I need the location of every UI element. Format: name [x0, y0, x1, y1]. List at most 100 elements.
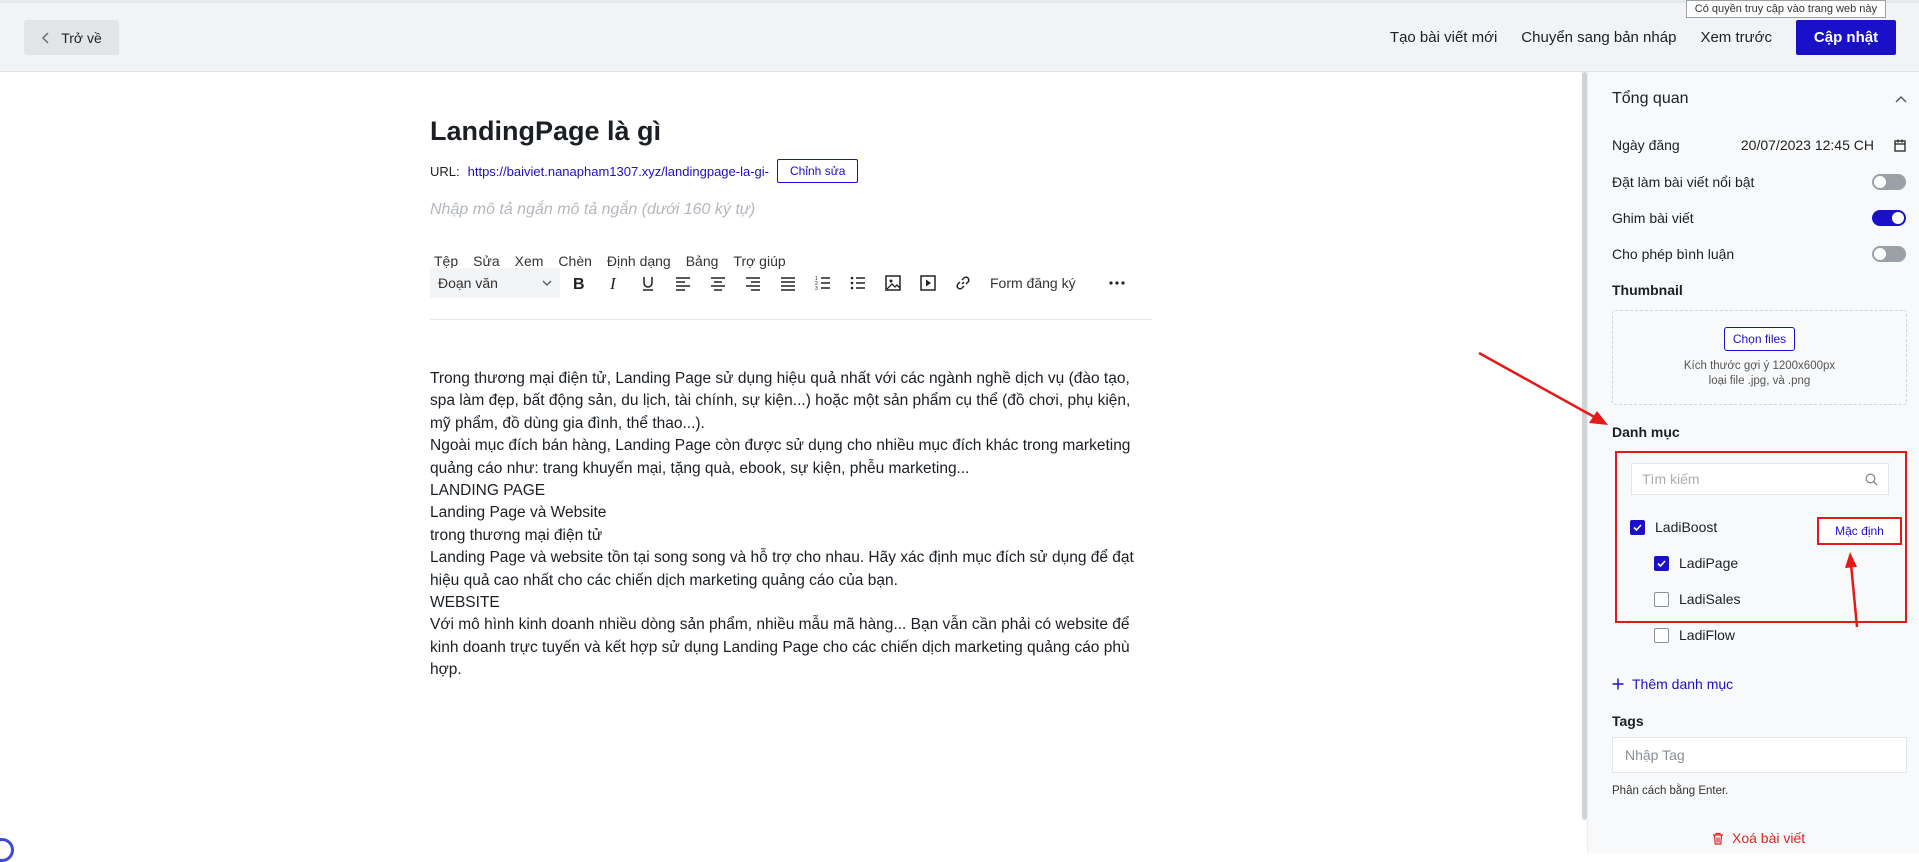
- editor-menubar: Tệp Sửa Xem Chèn Định dạng Bảng Trợ giúp: [430, 253, 1150, 269]
- bold-button[interactable]: B: [560, 268, 595, 298]
- video-icon: [919, 275, 936, 291]
- top-actions: Tạo bài viết mới Chuyển sang bản nháp Xe…: [1390, 20, 1919, 55]
- corner-widget-icon[interactable]: [0, 838, 14, 862]
- category-item-ladisales[interactable]: LadiSales: [1654, 591, 1741, 607]
- access-tooltip: Có quyền truy cập vào trang web này: [1685, 0, 1886, 18]
- check-icon: [1657, 559, 1666, 567]
- tags-hint: Phân cách bằng Enter.: [1612, 785, 1729, 797]
- back-button[interactable]: Trở về: [24, 20, 119, 55]
- signup-form-button[interactable]: Form đăng ký: [990, 275, 1076, 291]
- post-editor: LandingPage là gì URL: https://baiviet.n…: [430, 100, 1152, 682]
- content-paragraph: Ngoài mục đích bán hàng, Landing Page cò…: [430, 437, 1131, 477]
- publish-date-row: Ngày đăng 20/07/2023 12:45 CH: [1612, 137, 1906, 153]
- switch-to-draft-button[interactable]: Chuyển sang bản nháp: [1521, 29, 1676, 46]
- bullet-list-button[interactable]: [840, 268, 875, 298]
- content-paragraph: Landing Page và website tồn tại song son…: [430, 549, 1134, 589]
- more-icon: [1109, 281, 1125, 285]
- tags-input[interactable]: Nhập Tag: [1612, 737, 1907, 773]
- category-item-ladiflow[interactable]: LadiFlow: [1654, 627, 1735, 643]
- chevron-up-icon: [1895, 96, 1907, 103]
- underline-button[interactable]: [630, 268, 665, 298]
- menu-table[interactable]: Bảng: [686, 253, 719, 269]
- menu-help[interactable]: Trợ giúp: [733, 253, 785, 269]
- category-name: LadiFlow: [1679, 627, 1736, 643]
- publish-date-input[interactable]: 20/07/2023 12:45 CH: [1741, 137, 1906, 153]
- pin-toggle[interactable]: [1872, 210, 1906, 226]
- category-name: LadiPage: [1679, 555, 1739, 571]
- overview-header[interactable]: Tổng quan: [1612, 90, 1907, 108]
- italic-button[interactable]: I: [595, 268, 630, 298]
- insert-video-button[interactable]: [910, 268, 945, 298]
- category-search-input[interactable]: Tìm kiếm: [1631, 463, 1889, 495]
- comments-row: Cho phép bình luận: [1612, 246, 1906, 262]
- category-label: Danh mục: [1612, 424, 1680, 440]
- set-default-button[interactable]: Mặc định: [1817, 517, 1902, 545]
- delete-post-label: Xoá bài viết: [1732, 830, 1806, 846]
- align-center-icon: [710, 277, 725, 291]
- new-post-button[interactable]: Tạo bài viết mới: [1390, 29, 1497, 46]
- pin-row: Ghim bài viết: [1612, 210, 1906, 226]
- search-icon: [1865, 473, 1878, 485]
- menu-insert[interactable]: Chèn: [558, 253, 591, 269]
- preview-button[interactable]: Xem trước: [1700, 29, 1772, 46]
- chevron-left-icon: [42, 32, 49, 43]
- align-left-button[interactable]: [665, 268, 700, 298]
- tags-label: Tags: [1612, 713, 1644, 729]
- svg-text:I: I: [609, 274, 617, 292]
- justify-button[interactable]: [770, 268, 805, 298]
- add-category-button[interactable]: Thêm danh mục: [1612, 676, 1733, 692]
- top-bar: Trở về Tạo bài viết mới Chuyển sang bản …: [0, 0, 1919, 72]
- comments-toggle[interactable]: [1872, 246, 1906, 262]
- category-item-ladipage[interactable]: LadiPage: [1654, 555, 1738, 571]
- menu-file[interactable]: Tệp: [434, 253, 458, 269]
- menu-edit[interactable]: Sửa: [473, 253, 500, 269]
- pin-label: Ghim bài viết: [1612, 210, 1694, 226]
- insert-link-button[interactable]: [945, 268, 980, 298]
- checkbox-unchecked[interactable]: [1654, 591, 1669, 607]
- top-line: [0, 0, 1919, 3]
- delete-post-button[interactable]: Xoá bài viết: [1712, 830, 1805, 846]
- category-box-highlight: Tìm kiếm LadiBoost Mặc định LadiPage Lad…: [1615, 451, 1907, 643]
- block-format-select[interactable]: Đoạn văn: [430, 268, 560, 298]
- checkbox-checked[interactable]: [1654, 555, 1669, 571]
- underline-icon: [642, 277, 653, 291]
- short-description-input[interactable]: Nhập mô tả ngắn mô tả ngắn (dưới 160 ký …: [430, 201, 1150, 219]
- content-paragraph: WEBSITE: [430, 594, 500, 612]
- align-right-button[interactable]: [735, 268, 770, 298]
- publish-date-label: Ngày đăng: [1612, 137, 1680, 153]
- content-paragraph: Với mô hình kinh doanh nhiều dòng sản ph…: [430, 616, 1130, 679]
- update-button[interactable]: Cập nhật: [1796, 20, 1896, 55]
- align-right-icon: [745, 277, 760, 291]
- menu-view[interactable]: Xem: [515, 253, 544, 269]
- category-name: LadiBoost: [1655, 519, 1718, 535]
- more-button[interactable]: [1100, 268, 1135, 298]
- numbered-list-button[interactable]: 123: [805, 268, 840, 298]
- overview-title: Tổng quan: [1612, 90, 1689, 107]
- editor-toolbar: Đoạn văn B I 123 Form đăng ký: [430, 268, 1152, 320]
- thumbnail-type-hint: loại file .jpg, và .png: [1708, 375, 1811, 387]
- post-url-link[interactable]: https://baiviet.nanapham1307.xyz/landing…: [468, 164, 769, 179]
- thumbnail-hint: Kích thước gợi ý 1200x600px loại file .j…: [1684, 359, 1835, 389]
- thumbnail-dropzone[interactable]: Chọn files Kích thước gợi ý 1200x600px l…: [1612, 310, 1907, 405]
- checkbox-unchecked[interactable]: [1654, 627, 1669, 643]
- menu-format[interactable]: Định dạng: [607, 253, 671, 269]
- insert-image-button[interactable]: [875, 268, 910, 298]
- edit-url-button[interactable]: Chỉnh sửa: [777, 159, 859, 183]
- back-label: Trở về: [61, 29, 102, 46]
- featured-toggle[interactable]: [1872, 174, 1906, 190]
- bullet-list-icon: [850, 276, 865, 290]
- category-item-ladiboost[interactable]: LadiBoost: [1630, 519, 1717, 535]
- thumbnail-size-hint: Kích thước gợi ý 1200x600px: [1683, 360, 1836, 372]
- featured-row: Đặt làm bài viết nổi bật: [1612, 174, 1906, 190]
- post-title[interactable]: LandingPage là gì: [430, 116, 1150, 147]
- checkbox-checked[interactable]: [1630, 519, 1645, 535]
- choose-files-button[interactable]: Chọn files: [1723, 327, 1796, 351]
- comments-label: Cho phép bình luận: [1612, 246, 1735, 262]
- image-icon: [884, 275, 901, 291]
- add-category-label: Thêm danh mục: [1632, 676, 1734, 692]
- editor-content[interactable]: Trong thương mại điện tử, Landing Page s…: [430, 368, 1150, 682]
- align-center-button[interactable]: [700, 268, 735, 298]
- content-paragraph: Trong thương mại điện tử, Landing Page s…: [430, 370, 1131, 432]
- check-icon: [1633, 523, 1642, 531]
- chevron-down-icon: [542, 280, 552, 286]
